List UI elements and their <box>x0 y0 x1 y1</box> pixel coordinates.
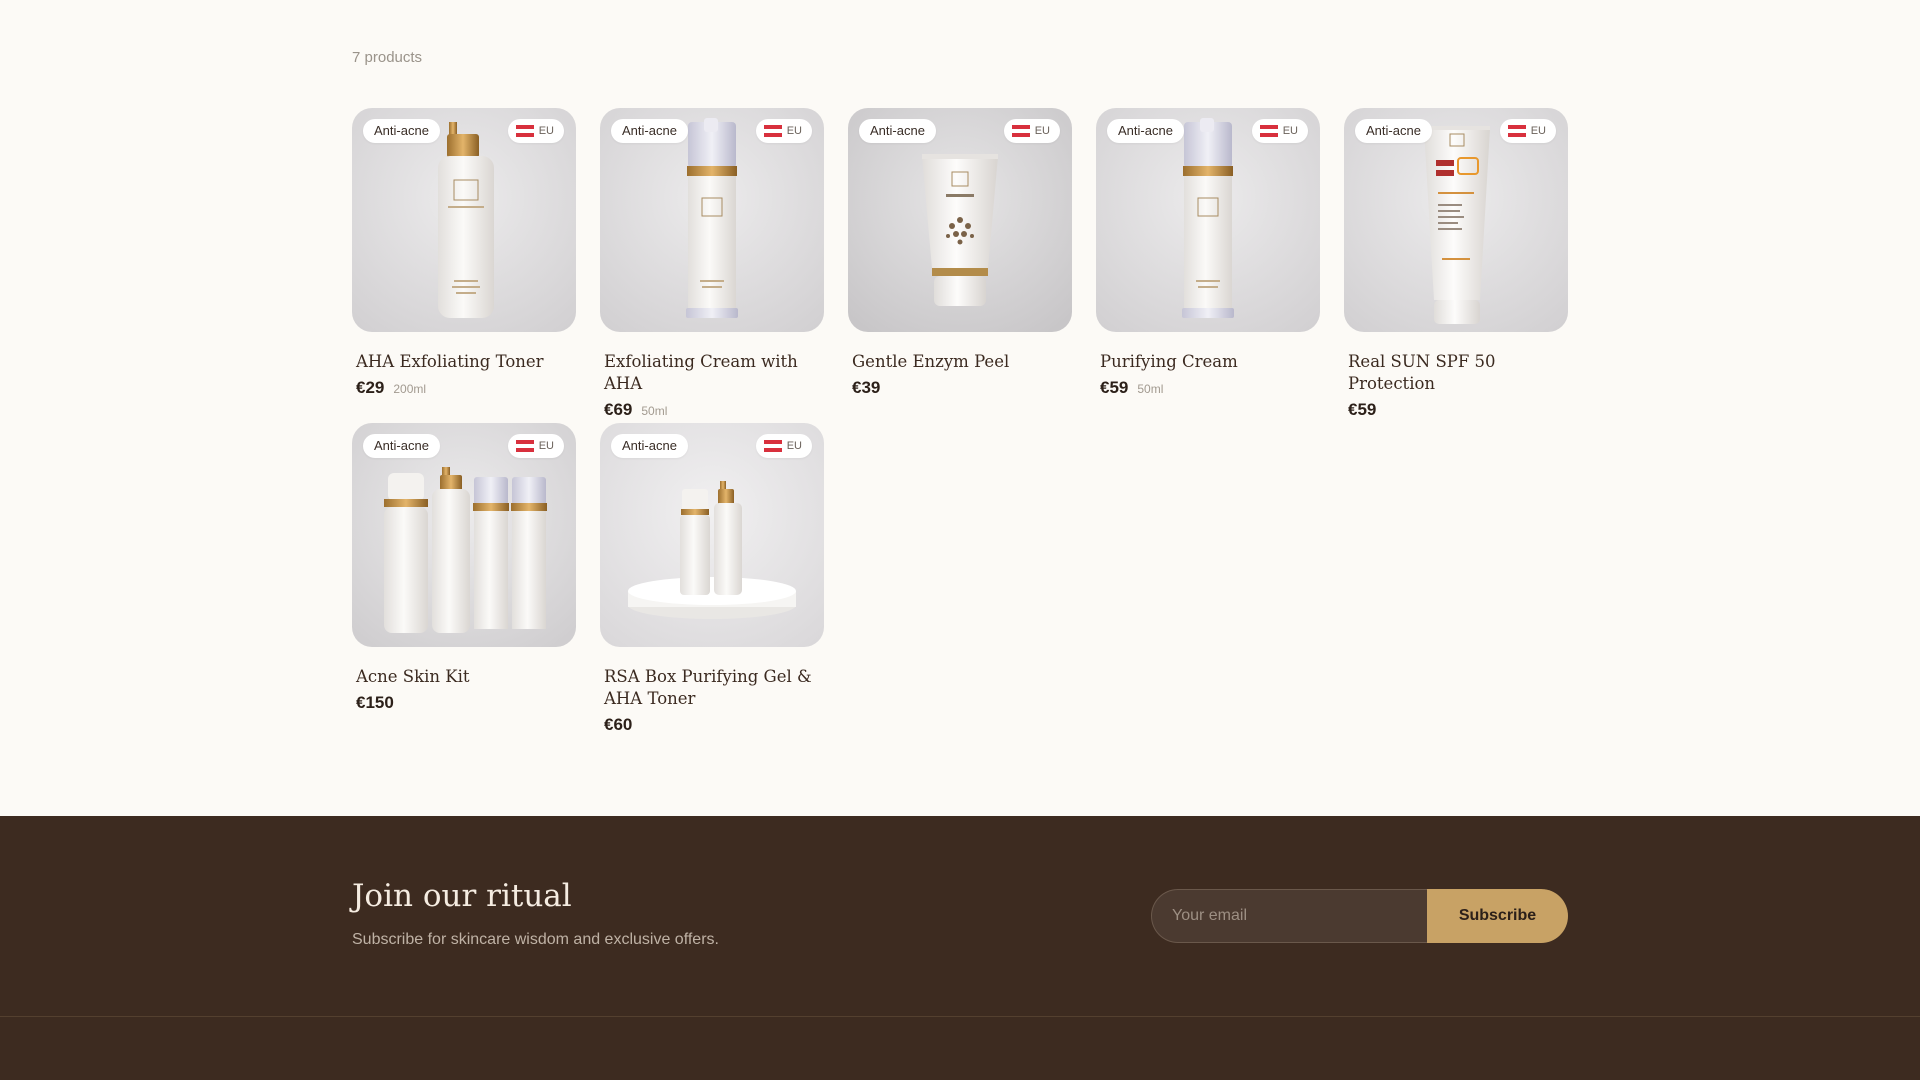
product-name[interactable]: RSA Box Purifying Gel & AHA Toner <box>604 666 820 710</box>
product-card[interactable]: Anti-acne EU Purifying Cream €59 50ml <box>1096 108 1320 423</box>
product-price: €69 <box>604 400 633 419</box>
newsletter-subtitle: Subscribe for skincare wisdom and exclus… <box>352 931 719 948</box>
austria-flag-icon <box>1259 125 1278 137</box>
category-tag: Anti-acne <box>363 119 440 143</box>
product-size: 200ml <box>393 382 427 396</box>
region-label: EU <box>786 440 802 452</box>
category-tag: Anti-acne <box>1107 119 1184 143</box>
product-price: €29 <box>356 378 385 397</box>
region-label: EU <box>786 125 802 137</box>
newsletter-footer: Join our ritual Subscribe for skincare w… <box>0 816 1920 1080</box>
product-image[interactable]: Anti-acne EU <box>1096 108 1320 332</box>
product-size: 50ml <box>641 404 668 418</box>
region-badge: EU <box>1003 119 1060 143</box>
product-price: €150 <box>356 693 394 712</box>
product-card[interactable]: Anti-acne EU Acne Skin Kit €150 <box>352 423 576 743</box>
footer-divider <box>0 1016 1920 1017</box>
product-price: €60 <box>604 715 633 734</box>
region-badge: EU <box>755 434 812 458</box>
region-label: EU <box>538 125 554 137</box>
product-image[interactable]: Anti-acne EU <box>1344 108 1568 332</box>
product-name[interactable]: Purifying Cream <box>1100 351 1316 373</box>
price-row: €60 <box>604 715 820 735</box>
product-card[interactable]: Anti-acne EU Real SUN SPF 50 Protection … <box>1344 108 1568 423</box>
product-price: €39 <box>852 378 881 397</box>
product-count: 7 products <box>352 49 423 66</box>
price-row: €59 50ml <box>1100 378 1316 398</box>
product-price: €59 <box>1348 400 1377 419</box>
product-image[interactable]: Anti-acne EU <box>848 108 1072 332</box>
product-name[interactable]: Exfoliating Cream with AHA <box>604 351 820 395</box>
region-label: EU <box>1282 125 1298 137</box>
product-image[interactable]: Anti-acne EU <box>352 423 576 647</box>
product-price: €59 <box>1100 378 1129 397</box>
product-name[interactable]: AHA Exfoliating Toner <box>356 351 572 373</box>
austria-flag-icon <box>515 440 534 452</box>
product-card[interactable]: Anti-acne EU Exfoliating Cream with AHA … <box>600 108 824 423</box>
region-label: EU <box>1034 125 1050 137</box>
product-name[interactable]: Acne Skin Kit <box>356 666 572 688</box>
category-tag: Anti-acne <box>859 119 936 143</box>
austria-flag-icon <box>1011 125 1030 137</box>
austria-flag-icon <box>1507 125 1526 137</box>
region-badge: EU <box>507 434 564 458</box>
region-label: EU <box>1530 125 1546 137</box>
region-badge: EU <box>507 119 564 143</box>
product-size: 50ml <box>1137 382 1164 396</box>
email-input[interactable] <box>1151 889 1427 943</box>
product-card[interactable]: Anti-acne EU Gentle Enzym Peel €39 <box>848 108 1072 423</box>
category-tag: Anti-acne <box>363 434 440 458</box>
subscribe-button[interactable]: Subscribe <box>1427 889 1568 943</box>
price-row: €39 <box>852 378 1068 398</box>
newsletter-title: Join our ritual <box>352 878 572 914</box>
price-row: €29 200ml <box>356 378 572 398</box>
category-tag: Anti-acne <box>611 434 688 458</box>
product-card[interactable]: Anti-acne EU RSA Box Purifying Gel & AHA… <box>600 423 824 743</box>
category-tag: Anti-acne <box>611 119 688 143</box>
product-card[interactable]: Anti-acne EU AHA Exfoliating Toner €29 2… <box>352 108 576 423</box>
product-name[interactable]: Gentle Enzym Peel <box>852 351 1068 373</box>
austria-flag-icon <box>763 125 782 137</box>
price-row: €59 <box>1348 400 1564 420</box>
product-image[interactable]: Anti-acne EU <box>600 108 824 332</box>
region-badge: EU <box>1499 119 1556 143</box>
product-grid: Anti-acne EU AHA Exfoliating Toner €29 2… <box>352 108 1568 743</box>
category-tag: Anti-acne <box>1355 119 1432 143</box>
region-badge: EU <box>1251 119 1308 143</box>
product-image[interactable]: Anti-acne EU <box>600 423 824 647</box>
region-label: EU <box>538 440 554 452</box>
region-badge: EU <box>755 119 812 143</box>
product-name[interactable]: Real SUN SPF 50 Protection <box>1348 351 1564 395</box>
product-image[interactable]: Anti-acne EU <box>352 108 576 332</box>
price-row: €69 50ml <box>604 400 820 420</box>
austria-flag-icon <box>763 440 782 452</box>
austria-flag-icon <box>515 125 534 137</box>
price-row: €150 <box>356 693 572 713</box>
